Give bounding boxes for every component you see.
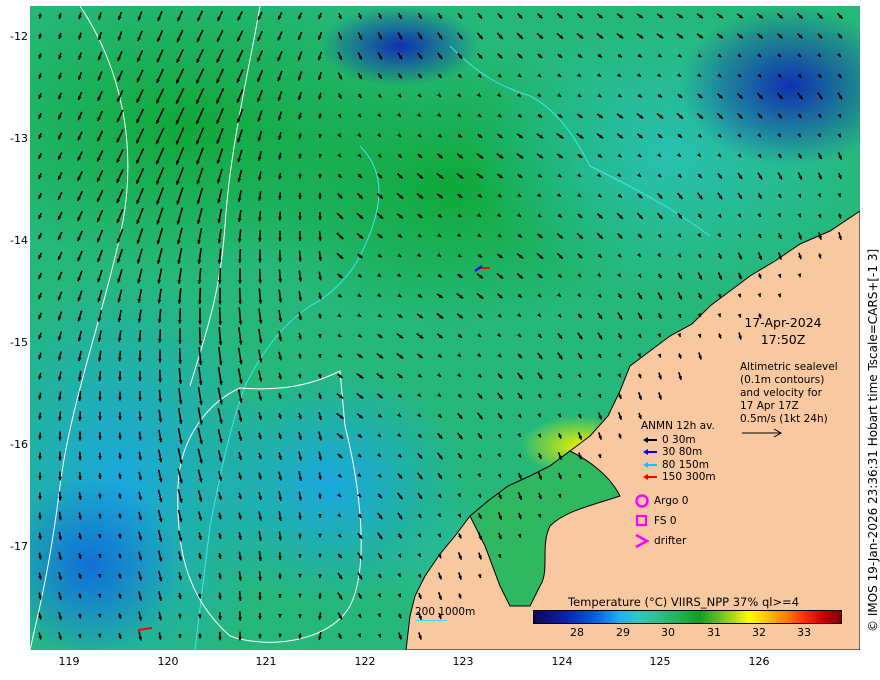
altimetry-line: 17 Apr 17Z [740,400,799,412]
lon-tick: 126 [748,655,770,668]
lon-tick: 119 [58,655,80,668]
altimetry-line: and velocity for [740,387,822,399]
lon-tick: 123 [452,655,474,668]
anmn-legend: ANMN 12h av. 0 30m 30 80m 80 150m 150 30… [641,420,716,484]
drifter-chevron-icon [635,533,650,549]
colorbar [533,610,842,624]
fs-label: FS 0 [654,515,677,527]
lon-tick: 120 [157,655,179,668]
colorbar-tick: 31 [707,626,721,639]
colorbar-tick: 30 [661,626,675,639]
lat-tick: -14 [10,234,28,247]
argo-circle-icon [635,494,649,508]
legend-label: 0 30m [662,433,696,446]
altimetry-line: Altimetric sealevel [740,361,838,373]
lon-tick: 121 [255,655,277,668]
lat-tick: -12 [10,30,28,43]
sst-map [30,6,860,650]
legend-item: 30 80m [641,446,716,459]
anmn-legend-title: ANMN 12h av. [641,420,715,432]
arrow-black-icon [643,436,657,443]
lat-tick: -15 [10,336,28,349]
lon-tick: 124 [551,655,573,668]
time-line: 17:50Z [760,332,806,347]
depth-contour-label: 200 1000m [415,606,476,618]
date-label: 17-Apr-2024 17:50Z [740,314,826,348]
argo-legend: Argo 0 [634,493,688,509]
fs-square-icon [635,514,648,527]
depth-contour-line [415,620,447,621]
lat-tick: -13 [10,132,28,145]
arrow-red-icon [643,474,657,481]
legend-item: 80 150m [641,459,716,472]
colorbar-tick: 28 [570,626,584,639]
argo-label: Argo 0 [654,495,689,507]
legend-label: 30 80m [662,446,703,458]
drifter-label: drifter [654,535,687,547]
colorbar-title: Temperature (°C) VIIRS_NPP 37% ql>=4 [568,595,800,609]
scale-arrow-icon [742,428,783,438]
colorbar-tick: 33 [797,626,811,639]
legend-label: 150 300m [662,471,716,483]
colorbar-tick: 32 [752,626,766,639]
legend-item: 0 30m [641,434,716,447]
lat-tick: -17 [10,540,28,553]
lon-tick: 122 [354,655,376,668]
legend-label: 80 150m [662,458,709,471]
map-area[interactable] [30,6,860,650]
arrow-blue-icon [643,449,657,456]
credit-text: © IMOS 19-Jan-2026 23:36:31 Hobart time … [866,248,880,632]
arrow-cyan-icon [643,461,657,468]
colorbar-tick: 29 [616,626,630,639]
lat-tick: -16 [10,438,28,451]
altimetry-line: (0.1m contours) [740,374,825,386]
legend-item: 150 300m [641,471,716,484]
fs-legend: FS 0 [634,513,677,529]
altimetry-line: 0.5m/s (1kt 24h) [740,413,828,425]
lon-tick: 125 [649,655,671,668]
drifter-legend: drifter [634,533,686,549]
date-line: 17-Apr-2024 [744,315,822,330]
altimetry-note: Altimetric sealevel (0.1m contours) and … [740,361,838,442]
